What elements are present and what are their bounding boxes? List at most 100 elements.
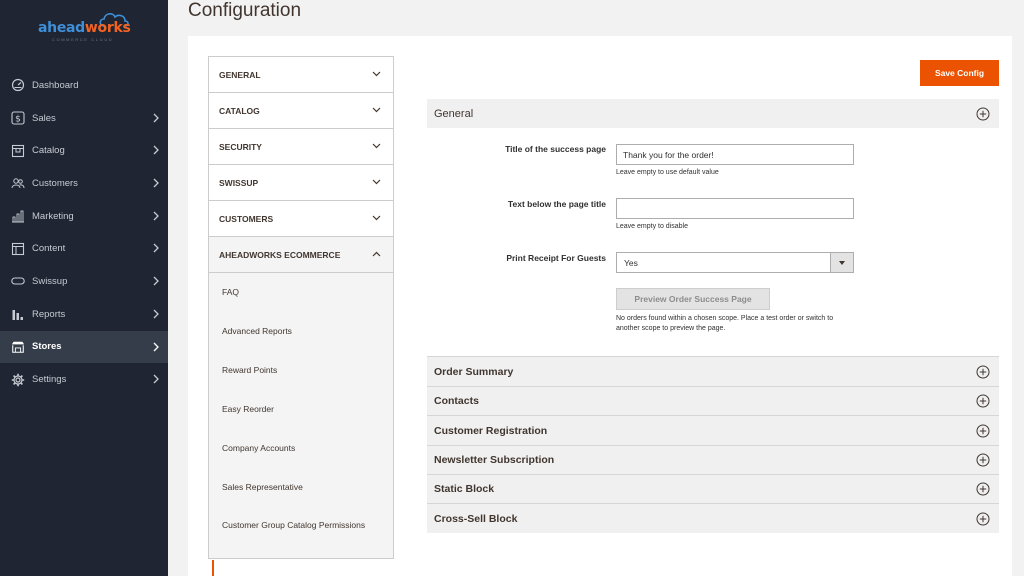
main-nav: Dashboard $ Sales Catalog Customers Mark…	[0, 69, 168, 396]
nav-item-content[interactable]: Content	[0, 232, 168, 265]
nav-item-marketing[interactable]: Marketing	[0, 200, 168, 233]
subtab-sales-representative[interactable]: Sales Representative	[209, 467, 393, 506]
chevron-right-icon	[153, 309, 159, 319]
chevron-right-icon	[153, 243, 159, 253]
page-title: Configuration	[188, 0, 302, 21]
print-receipt-select[interactable]: Yes	[616, 252, 854, 273]
logo-main-text: ahead	[38, 20, 85, 36]
dollar-icon: $	[10, 110, 26, 126]
chevron-right-icon	[153, 211, 159, 221]
nav-item-catalog[interactable]: Catalog	[0, 134, 168, 167]
nav-item-settings[interactable]: Settings	[0, 363, 168, 396]
chevron-right-icon	[153, 342, 159, 351]
tab-label: CATALOG	[219, 105, 260, 116]
active-item-marker	[212, 560, 214, 576]
bar-chart-icon	[10, 208, 26, 224]
nav-item-dashboard[interactable]: Dashboard	[0, 69, 168, 102]
section-newsletter-subscription[interactable]: Newsletter Subscription	[427, 445, 999, 474]
print-receipt-label: Print Receipt For Guests	[506, 253, 606, 263]
select-value: Yes	[624, 257, 638, 268]
tab-label: CUSTOMERS	[219, 213, 274, 224]
section-cross-sell-block[interactable]: Cross-Sell Block	[427, 503, 999, 533]
chevron-right-icon	[153, 374, 159, 384]
section-order-summary[interactable]: Order Summary	[427, 356, 999, 386]
plus-circle-icon	[976, 453, 990, 467]
subtab-company-accounts[interactable]: Company Accounts	[209, 429, 393, 468]
reports-icon	[10, 306, 26, 322]
nav-item-customers[interactable]: Customers	[0, 167, 168, 200]
success-title-note: Leave empty to use default value	[616, 169, 719, 176]
tab-catalog[interactable]: CATALOG	[209, 93, 393, 129]
section-customer-registration[interactable]: Customer Registration	[427, 415, 999, 445]
users-icon	[10, 175, 26, 191]
gear-icon	[10, 372, 26, 388]
subtab-faq[interactable]: FAQ	[209, 273, 393, 312]
nav-item-stores[interactable]: Stores	[0, 330, 168, 364]
chevron-down-icon	[372, 107, 381, 113]
preview-note: No orders found within a chosen scope. P…	[616, 315, 834, 333]
plus-circle-icon	[976, 482, 990, 496]
below-title-note: Leave empty to disable	[616, 223, 688, 230]
save-config-button[interactable]: Save Config	[920, 60, 999, 86]
subtab-reward-points[interactable]: Reward Points	[209, 351, 393, 390]
section-static-block[interactable]: Static Block	[427, 474, 999, 503]
nav-item-sales[interactable]: $ Sales	[0, 102, 168, 135]
nav-label: Dashboard	[32, 79, 79, 91]
nav-label: Catalog	[32, 145, 65, 157]
chevron-up-icon	[372, 251, 381, 257]
subtab-list: FAQ Advanced Reports Reward Points Easy …	[209, 273, 393, 559]
nav-item-reports[interactable]: Reports	[0, 298, 168, 331]
caret-down-icon	[839, 260, 845, 265]
chevron-down-icon	[372, 179, 381, 185]
section-general-header[interactable]: General	[427, 99, 999, 128]
tab-customers[interactable]: CUSTOMERS	[209, 201, 393, 237]
select-arrow	[830, 253, 853, 272]
layout-icon	[10, 241, 26, 257]
tab-label: GENERAL	[219, 69, 261, 80]
subtab-customer-group-catalog-permissions[interactable]: Customer Group Catalog Permissions	[209, 506, 393, 558]
nav-label: Sales	[32, 112, 56, 124]
success-title-label: Title of the success page	[505, 144, 606, 154]
logo-accent-text: works	[84, 20, 131, 36]
nav-label: Marketing	[32, 210, 74, 222]
nav-label: Customers	[32, 177, 78, 189]
success-title-input[interactable]	[616, 144, 854, 165]
section-title: Static Block	[434, 483, 495, 495]
nav-item-swissup[interactable]: Swissup	[0, 265, 168, 298]
store-icon	[10, 339, 26, 355]
tab-label: SWISSUP	[219, 177, 259, 188]
preview-order-success-button[interactable]: Preview Order Success Page	[616, 288, 770, 310]
tab-swissup[interactable]: SWISSUP	[209, 165, 393, 201]
section-title: Contacts	[434, 395, 479, 407]
pill-icon	[10, 273, 26, 289]
svg-text:$: $	[15, 115, 21, 125]
logo[interactable]: aheadworks COMMERCE CLOUD	[38, 12, 131, 42]
below-title-input[interactable]	[616, 198, 854, 219]
chevron-right-icon	[153, 113, 159, 123]
nav-label: Swissup	[32, 275, 68, 287]
subtab-advanced-reports[interactable]: Advanced Reports	[209, 312, 393, 351]
nav-label: Settings	[32, 374, 67, 386]
nav-label: Stores	[32, 341, 62, 353]
plus-circle-icon	[976, 394, 990, 408]
admin-sidebar: aheadworks COMMERCE CLOUD Dashboard $ Sa…	[0, 0, 168, 576]
section-title: Cross-Sell Block	[434, 512, 518, 525]
plus-circle-icon	[976, 365, 990, 378]
section-title: Customer Registration	[434, 424, 548, 437]
chevron-right-icon	[153, 145, 159, 155]
box-icon	[10, 143, 26, 159]
subtab-easy-reorder[interactable]: Easy Reorder	[209, 390, 393, 429]
tab-general[interactable]: GENERAL	[209, 57, 393, 93]
config-tabs: GENERAL CATALOG SECURITY SWISSUP CUSTOME…	[208, 56, 394, 560]
tab-aheadworks-ecommerce[interactable]: AHEADWORKS ECOMMERCE	[209, 237, 393, 273]
plus-circle-icon	[976, 424, 990, 437]
tab-security[interactable]: SECURITY	[209, 129, 393, 165]
chevron-down-icon	[372, 215, 381, 221]
chevron-down-icon	[372, 71, 381, 77]
plus-circle-icon	[976, 512, 990, 525]
section-title: Newsletter Subscription	[434, 454, 555, 466]
below-title-label: Text below the page title	[507, 199, 606, 209]
logo-subtitle: COMMERCE CLOUD	[52, 37, 114, 42]
dashboard-icon	[10, 77, 26, 93]
section-contacts[interactable]: Contacts	[427, 386, 999, 415]
